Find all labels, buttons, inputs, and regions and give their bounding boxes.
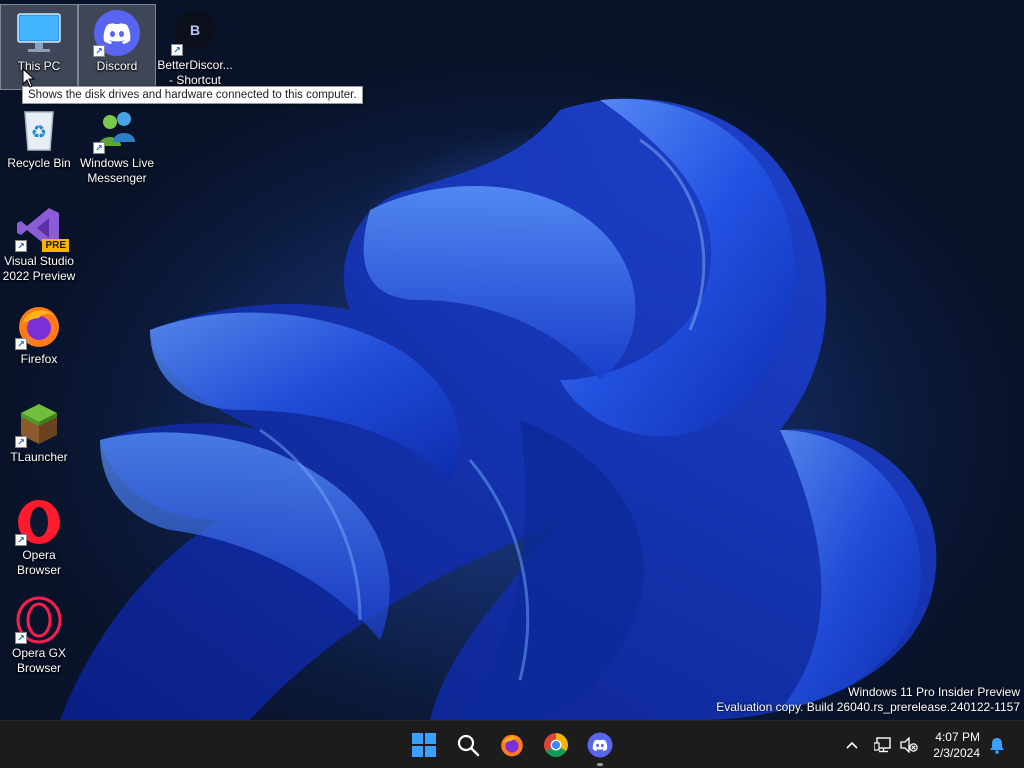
- desktop-icon-firefox[interactable]: ↗ Firefox: [0, 298, 78, 384]
- volume-muted-icon: [900, 737, 918, 753]
- desktop-icon-label: Opera GX Browser: [11, 646, 67, 675]
- preview-badge: PRE: [42, 239, 69, 252]
- recycle-bin-icon: ♻: [15, 106, 63, 154]
- watermark-line-1: Windows 11 Pro Insider Preview: [848, 685, 1020, 699]
- shortcut-arrow-icon: ↗: [15, 240, 27, 252]
- firefox-icon: ↗: [15, 302, 63, 350]
- opera-gx-icon: ↗: [15, 596, 63, 644]
- search-icon: [457, 734, 480, 757]
- desktop-icon-betterdiscord[interactable]: B ↗ BetterDiscor... - Shortcut: [156, 4, 234, 90]
- network-icon: [874, 737, 891, 753]
- discord-icon: [587, 732, 613, 758]
- taskbar-discord-button[interactable]: [584, 729, 616, 766]
- desktop-icon-label: BetterDiscor... - Shortcut: [157, 58, 233, 87]
- shortcut-arrow-icon: ↗: [15, 632, 27, 644]
- start-button[interactable]: [408, 729, 440, 761]
- mouse-cursor-icon: [22, 68, 36, 88]
- shortcut-arrow-icon: ↗: [171, 44, 183, 56]
- svg-text:♻: ♻: [31, 122, 47, 143]
- taskbar-firefox-button[interactable]: [496, 729, 528, 761]
- betterdiscord-icon: B ↗: [171, 8, 219, 56]
- volume-button[interactable]: [898, 721, 920, 768]
- shortcut-arrow-icon: ↗: [15, 534, 27, 546]
- grass-block-icon: ↗: [15, 400, 63, 448]
- running-indicator: [597, 763, 603, 766]
- taskbar: 4:07 PM 2/3/2024: [0, 720, 1024, 768]
- desktop-icon-label: Visual Studio 2022 Preview: [2, 254, 76, 283]
- desktop-icon-label: Opera Browser: [16, 548, 61, 577]
- desktop-icon-recycle-bin[interactable]: ♻ Recycle Bin: [0, 102, 78, 188]
- shortcut-arrow-icon: ↗: [93, 142, 105, 154]
- messenger-icon: ↗: [93, 106, 141, 154]
- svg-text:B: B: [190, 22, 200, 38]
- desktop-icon-label: TLauncher: [10, 450, 68, 464]
- start-icon: [412, 733, 436, 757]
- clock-date: 2/3/2024: [933, 746, 980, 760]
- desktop-icon-opera-gx[interactable]: ↗ Opera GX Browser: [0, 592, 78, 678]
- network-button[interactable]: [872, 721, 894, 768]
- shortcut-arrow-icon: ↗: [15, 338, 27, 350]
- desktop-icon-label: Recycle Bin: [7, 156, 71, 170]
- notification-button[interactable]: [986, 721, 1008, 768]
- evaluation-watermark: Windows 11 Pro Insider Preview Evaluatio…: [716, 685, 1020, 715]
- desktop-icon-label: Firefox: [20, 352, 58, 366]
- desktop-icon-tlauncher[interactable]: ↗ TLauncher: [0, 396, 78, 482]
- shortcut-arrow-icon: ↗: [93, 45, 105, 57]
- desktop-icon-visual-studio[interactable]: PRE ↗ Visual Studio 2022 Preview: [0, 200, 78, 286]
- show-hidden-icons-button[interactable]: [840, 721, 864, 768]
- taskbar-chrome-button[interactable]: [540, 729, 572, 761]
- clock-time: 4:07 PM: [935, 730, 980, 744]
- desktop-icon-label: This PC: [17, 59, 61, 73]
- desktop-icon-label: Discord: [96, 59, 138, 73]
- desktop-icon-opera[interactable]: ↗ Opera Browser: [0, 494, 78, 580]
- visual-studio-icon: PRE ↗: [15, 204, 69, 252]
- tooltip: Shows the disk drives and hardware conne…: [22, 86, 363, 104]
- clock[interactable]: 4:07 PM 2/3/2024: [933, 729, 980, 761]
- discord-icon: ↗: [93, 9, 141, 57]
- bell-icon: [990, 737, 1004, 754]
- desktop[interactable]: This PC ↗ Discord B ↗ BetterDiscor... - …: [0, 0, 1024, 720]
- desktop-icon-windows-live-messenger[interactable]: ↗ Windows Live Messenger: [78, 102, 156, 188]
- desktop-icon-this-pc[interactable]: This PC: [0, 4, 78, 90]
- chevron-up-icon: [846, 741, 858, 749]
- firefox-icon: [501, 734, 523, 757]
- watermark-line-2: Evaluation copy. Build 26040.rs_prerelea…: [716, 700, 1020, 714]
- monitor-icon: [15, 9, 63, 57]
- desktop-icon-discord[interactable]: ↗ Discord: [78, 4, 156, 90]
- search-button[interactable]: [452, 729, 484, 761]
- opera-icon: ↗: [15, 498, 63, 546]
- chrome-icon: [544, 733, 568, 757]
- desktop-icon-label: Windows Live Messenger: [79, 156, 155, 185]
- shortcut-arrow-icon: ↗: [15, 436, 27, 448]
